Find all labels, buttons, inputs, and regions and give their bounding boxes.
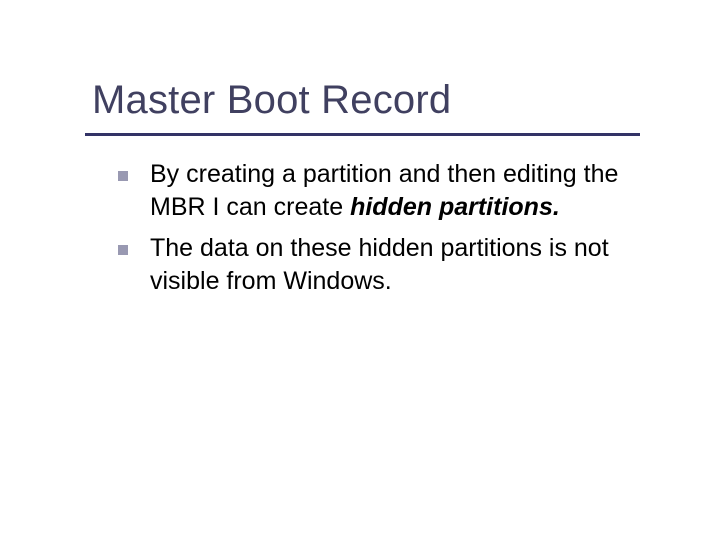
bullet-text-plain: The data on these hidden partitions is n… — [150, 234, 609, 295]
title-underline — [85, 133, 640, 136]
bullet-text: The data on these hidden partitions is n… — [150, 232, 638, 298]
bullet-text: By creating a partition and then editing… — [150, 158, 638, 224]
bullet-item: The data on these hidden partitions is n… — [118, 232, 638, 298]
square-bullet-icon — [118, 245, 128, 255]
square-bullet-icon — [118, 171, 128, 181]
slide: Master Boot Record By creating a partiti… — [0, 0, 720, 540]
slide-body: By creating a partition and then editing… — [118, 158, 638, 306]
bullet-item: By creating a partition and then editing… — [118, 158, 638, 224]
bullet-text-emphasis: hidden partitions. — [350, 193, 560, 221]
slide-title: Master Boot Record — [92, 78, 451, 123]
